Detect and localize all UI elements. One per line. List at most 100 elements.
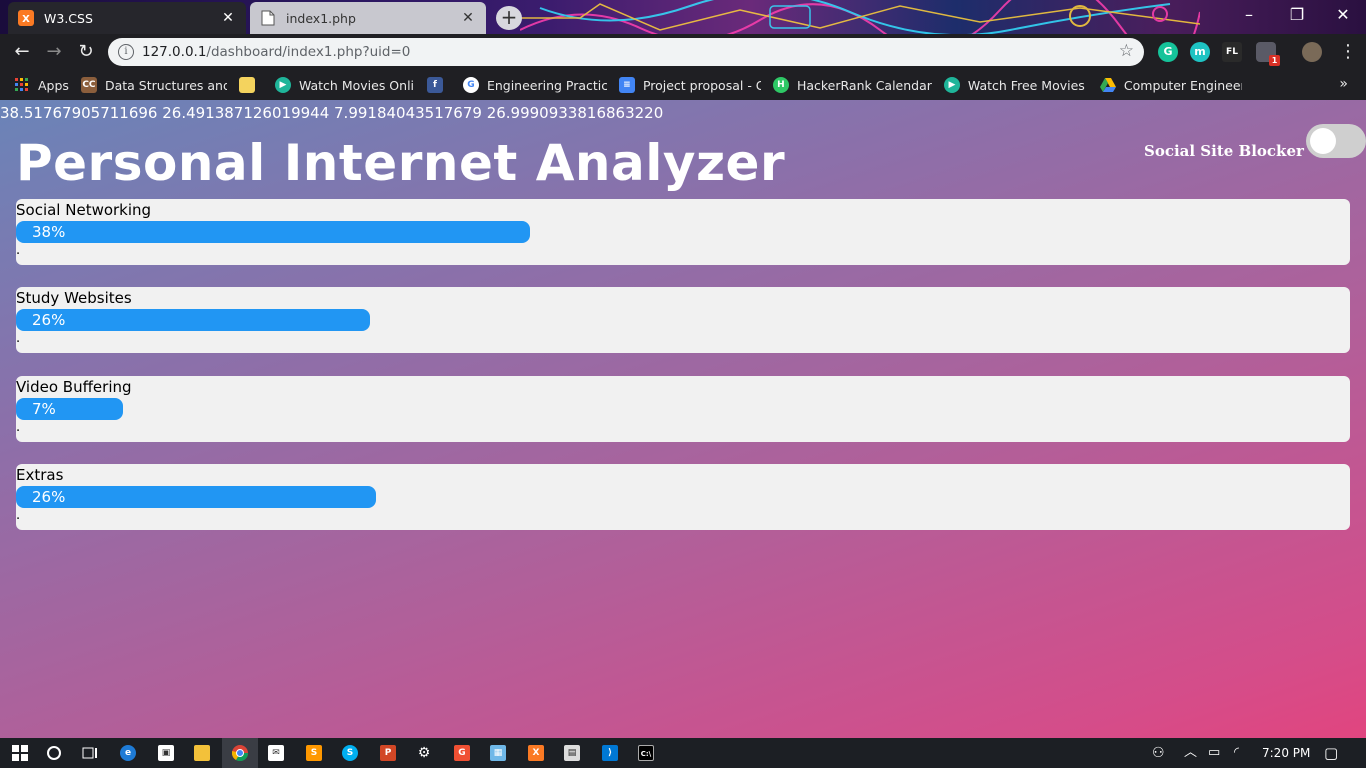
bookmark-watch-movies-online[interactable]: ▶ Watch Movies Online	[274, 77, 415, 93]
mercury-icon[interactable]: m	[1190, 42, 1210, 62]
forward-icon[interactable]: →	[42, 40, 66, 64]
maximize-icon[interactable]: ❐	[1274, 0, 1320, 30]
vscode-icon[interactable]: ⟩	[592, 738, 628, 768]
bookmarks-bar: Apps CC Data Structures and A ▶ Watch Mo…	[0, 70, 1366, 100]
mail-icon[interactable]: ✉	[258, 738, 294, 768]
social-site-blocker-label: Social Site Blocker	[1144, 142, 1304, 160]
notification-icon[interactable]: ▢	[1324, 738, 1338, 768]
bookmark-engineering-practicum[interactable]: G Engineering Practicum	[462, 77, 607, 93]
wifi-icon[interactable]: ◜	[1234, 738, 1239, 768]
bookmark-hackerrank[interactable]: H HackerRank Calendar	[772, 77, 932, 93]
vmware-icon[interactable]: ▦	[480, 738, 516, 768]
xampp-icon: X	[18, 10, 34, 26]
xampp-icon[interactable]: X	[518, 738, 554, 768]
progress-bar: 7%	[16, 398, 123, 420]
address-bar[interactable]: i 127.0.0.1/dashboard/index1.php?uid=0 ☆	[108, 38, 1144, 66]
cc-icon: CC	[80, 77, 97, 93]
page-content: 38.51767905711696 26.491387126019944 7.9…	[0, 100, 1366, 738]
chrome-icon[interactable]	[222, 738, 258, 768]
menu-kebab-icon[interactable]: ⋮	[1336, 40, 1360, 64]
tab-title: index1.php	[286, 10, 356, 26]
minimize-icon[interactable]: –	[1226, 0, 1272, 30]
bookmark-project-proposal[interactable]: ≡ Project proposal - Go	[618, 77, 761, 93]
file-explorer-icon[interactable]	[184, 738, 220, 768]
progress-bar: 38%	[16, 221, 530, 243]
reload-icon[interactable]: ↻	[74, 40, 98, 64]
extension-badge: 1	[1269, 55, 1280, 66]
chevron-up-icon[interactable]: ︿	[1184, 738, 1197, 768]
bookmark-label: Project proposal - Go	[642, 77, 761, 93]
search-icon[interactable]	[36, 738, 72, 768]
category-card-video-buffering: Video Buffering 7% .	[16, 376, 1350, 442]
bookmark-label: Watch Movies Online	[298, 77, 415, 93]
category-footer: .	[16, 243, 21, 258]
category-footer: .	[16, 508, 21, 523]
grammarly-icon[interactable]: G	[1158, 42, 1178, 62]
bookmark-facebook[interactable]: f	[426, 77, 451, 93]
docs-icon: ≡	[618, 77, 635, 93]
toggle-knob	[1310, 128, 1336, 154]
task-view-icon[interactable]	[72, 738, 108, 768]
bookmark-watch-free-movies[interactable]: ▶ Watch Free Movies O	[943, 77, 1088, 93]
bookmark-data-structures[interactable]: CC Data Structures and A	[80, 77, 227, 93]
tab-w3css[interactable]: X W3.CSS ✕	[8, 2, 246, 34]
store-icon[interactable]: ▣	[148, 738, 184, 768]
bookmark-label: Computer Engineering	[1123, 77, 1242, 93]
close-tab-icon[interactable]: ✕	[460, 10, 476, 26]
category-card-study-websites: Study Websites 26% .	[16, 287, 1350, 353]
page-title: Personal Internet Analyzer	[16, 134, 786, 192]
powerpoint-icon[interactable]: P	[370, 738, 406, 768]
settings-icon[interactable]: ⚙	[406, 738, 442, 768]
profile-avatar[interactable]	[1302, 42, 1322, 62]
sublime-icon[interactable]: S	[296, 738, 332, 768]
git-icon[interactable]: G	[444, 738, 480, 768]
category-card-extras: Extras 26% .	[16, 464, 1350, 530]
bookmark-label: HackerRank Calendar	[796, 77, 932, 93]
calculator-icon[interactable]: ▤	[554, 738, 590, 768]
url-path: /dashboard/index1.php?uid=0	[206, 44, 411, 60]
tab-index1[interactable]: index1.php ✕	[250, 2, 486, 34]
windows-start-icon[interactable]	[2, 738, 38, 768]
category-label: Study Websites	[16, 289, 132, 307]
bookmark-star-icon[interactable]: ☆	[1119, 41, 1134, 61]
category-label: Social Networking	[16, 201, 152, 219]
category-footer: .	[16, 331, 21, 346]
apps-grid-icon	[14, 77, 30, 93]
google-icon: G	[462, 77, 479, 93]
skype-icon[interactable]: S	[332, 738, 368, 768]
category-label: Video Buffering	[16, 378, 132, 396]
people-icon[interactable]: ⚇	[1152, 738, 1165, 768]
drive-icon	[1099, 77, 1116, 93]
document-icon	[260, 10, 276, 26]
browser-toolbar: ← → ↻ i 127.0.0.1/dashboard/index1.php?u…	[0, 34, 1366, 70]
bookmark-label: Watch Free Movies O	[967, 77, 1088, 93]
progress-bar: 26%	[16, 486, 376, 508]
edge-icon[interactable]: e	[110, 738, 146, 768]
windows-taskbar: e ▣ ✉ S S P ⚙ G ▦ X ▤ ⟩ C:\ ⚇ ︿ ▭ ◜ 7:20…	[0, 738, 1366, 768]
category-label: Extras	[16, 466, 64, 484]
shield-extension-icon[interactable]: 1	[1256, 42, 1280, 66]
close-tab-icon[interactable]: ✕	[220, 10, 236, 26]
battery-icon[interactable]: ▭	[1208, 738, 1220, 768]
new-tab-button[interactable]: +	[496, 6, 522, 30]
terminal-icon[interactable]: C:\	[628, 738, 664, 768]
play-icon: ▶	[943, 77, 960, 93]
bookmark-computer-engineering[interactable]: Computer Engineering	[1099, 77, 1242, 93]
social-site-blocker-toggle[interactable]	[1306, 124, 1366, 158]
taskbar-clock[interactable]: 7:20 PM	[1262, 738, 1310, 768]
more-bookmarks-icon[interactable]: »	[1339, 76, 1348, 92]
bookmark-label: Data Structures and A	[104, 77, 227, 93]
tab-strip: X W3.CSS ✕ index1.php ✕ + – ❐ ✕	[0, 0, 1366, 34]
play-icon: ▶	[274, 77, 291, 93]
fl-extension-icon[interactable]: FL	[1222, 42, 1242, 62]
hackerrank-icon: H	[772, 77, 789, 93]
bookmark-apps[interactable]: Apps	[14, 77, 69, 93]
url-host: 127.0.0.1	[142, 44, 207, 60]
category-card-social-networking: Social Networking 38% .	[16, 199, 1350, 265]
back-icon[interactable]: ←	[10, 40, 34, 64]
info-icon[interactable]: i	[118, 44, 134, 60]
bookmark-label: Apps	[38, 77, 69, 93]
close-window-icon[interactable]: ✕	[1320, 0, 1366, 30]
category-footer: .	[16, 420, 21, 435]
bookmark-folder[interactable]	[238, 77, 263, 93]
